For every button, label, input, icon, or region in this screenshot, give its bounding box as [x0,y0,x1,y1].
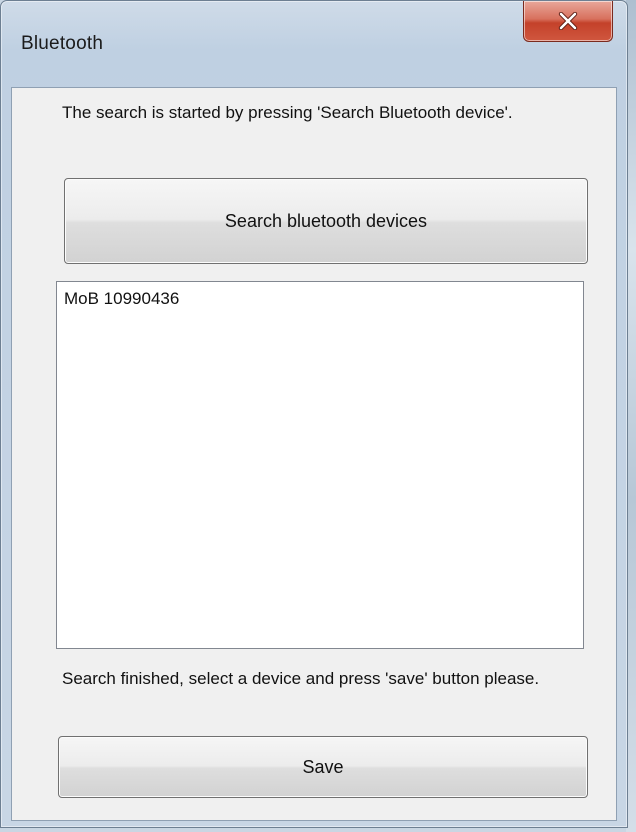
search-bluetooth-devices-button[interactable]: Search bluetooth devices [64,178,588,264]
save-button[interactable]: Save [58,736,588,798]
bluetooth-dialog: Bluetooth The search is started by press… [0,0,628,828]
status-text: Search finished, select a device and pre… [62,669,540,688]
device-list[interactable]: MoB 10990436 [56,281,584,649]
instruction-text: The search is started by pressing 'Searc… [62,103,513,122]
close-x-icon [558,12,578,30]
title-bar[interactable]: Bluetooth [1,1,627,87]
list-item[interactable]: MoB 10990436 [63,288,577,310]
close-button[interactable] [523,1,613,42]
dialog-client-area: The search is started by pressing 'Searc… [11,87,617,821]
window-title: Bluetooth [21,33,104,54]
